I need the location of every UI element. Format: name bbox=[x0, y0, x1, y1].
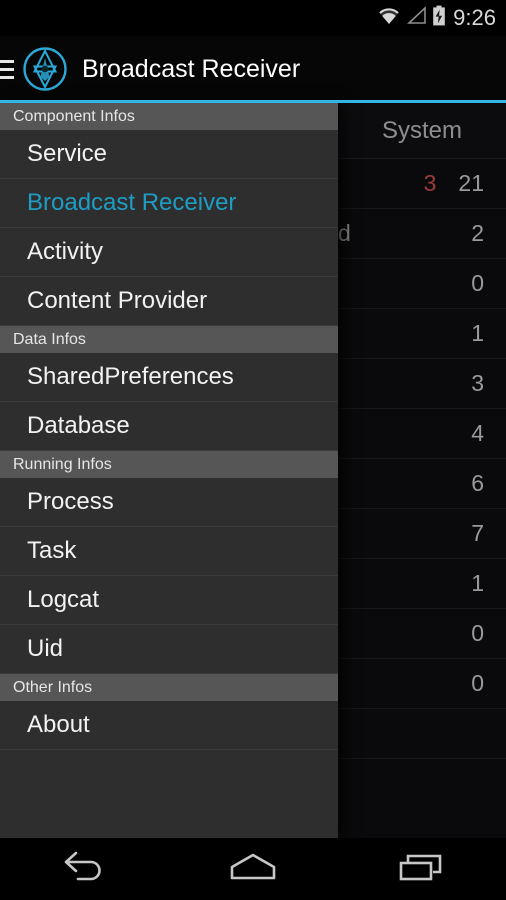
home-icon bbox=[225, 850, 281, 889]
content-row-value: 2 bbox=[471, 220, 484, 246]
content-row-value: 1 bbox=[471, 320, 484, 346]
content-row-value: 1 bbox=[471, 570, 484, 596]
content-row-value: 3 bbox=[471, 370, 484, 396]
drawer-item-service[interactable]: Service bbox=[0, 130, 338, 179]
drawer-item-content-provider[interactable]: Content Provider bbox=[0, 277, 338, 326]
nav-back-button[interactable] bbox=[39, 838, 129, 900]
drawer-sections: Component Infos Service Broadcast Receiver… bbox=[0, 103, 338, 750]
drawer-section-header: Data Infos bbox=[0, 326, 338, 353]
app-logo-icon[interactable] bbox=[22, 46, 68, 92]
drawer-section-header: Component Infos bbox=[0, 103, 338, 130]
drawer-item-process[interactable]: Process bbox=[0, 478, 338, 527]
nav-home-button[interactable] bbox=[208, 838, 298, 900]
content-row-value: 0 bbox=[471, 670, 484, 696]
accent-divider bbox=[0, 100, 506, 103]
content-row-warning-count: 3 bbox=[423, 170, 437, 196]
drawer-section-header: Other Infos bbox=[0, 674, 338, 701]
content-row-label-fragment: d bbox=[338, 220, 351, 246]
content-row-value: 6 bbox=[471, 470, 484, 496]
content-row-value: 0 bbox=[471, 620, 484, 646]
drawer-item-activity[interactable]: Activity bbox=[0, 228, 338, 277]
drawer-section-header: Running Infos bbox=[0, 451, 338, 478]
drawer-item-sharedpreferences[interactable]: SharedPreferences bbox=[0, 353, 338, 402]
content-row-value: 7 bbox=[471, 520, 484, 546]
signal-icon bbox=[406, 6, 427, 30]
drawer-item-broadcast-receiver[interactable]: Broadcast Receiver bbox=[0, 179, 338, 228]
status-icon-group bbox=[377, 5, 446, 31]
drawer-item-database[interactable]: Database bbox=[0, 402, 338, 451]
battery-charging-icon bbox=[432, 5, 446, 31]
status-bar-clock: 9:26 bbox=[453, 5, 496, 30]
back-icon bbox=[58, 850, 110, 889]
content-row-value: 0 bbox=[471, 270, 484, 296]
drawer-item-task[interactable]: Task bbox=[0, 527, 338, 576]
navigation-drawer[interactable]: Component Infos Service Broadcast Receiver… bbox=[0, 103, 338, 838]
action-bar-title: Broadcast Receiver bbox=[82, 54, 301, 83]
recents-icon bbox=[396, 850, 448, 889]
drawer-empty-space bbox=[0, 750, 338, 838]
android-screen: 9:26 Broadcast Receiver System 3 21 d 2 0 1 3 4… bbox=[0, 0, 506, 900]
content-row-value: 4 bbox=[471, 420, 484, 446]
content-row-value: 21 bbox=[458, 170, 484, 196]
column-header-system: System bbox=[381, 116, 462, 144]
drawer-item-uid[interactable]: Uid bbox=[0, 625, 338, 674]
nav-recents-button[interactable] bbox=[377, 838, 467, 900]
status-bar: 9:26 bbox=[0, 0, 506, 36]
system-navigation-bar bbox=[0, 838, 506, 900]
hamburger-menu-icon[interactable] bbox=[0, 59, 14, 79]
drawer-item-about[interactable]: About bbox=[0, 701, 338, 750]
wifi-icon bbox=[377, 6, 401, 30]
action-bar: Broadcast Receiver bbox=[0, 36, 506, 102]
drawer-item-logcat[interactable]: Logcat bbox=[0, 576, 338, 625]
